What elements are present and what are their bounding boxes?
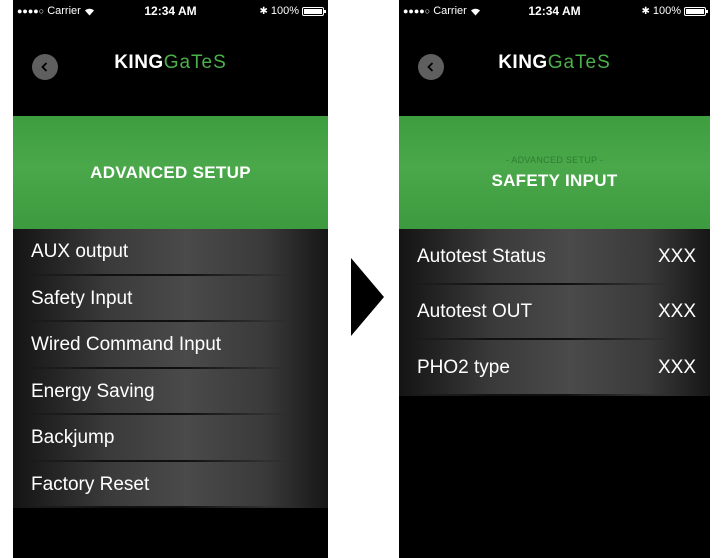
safety-input-screen: ●●●●○ Carrier 12:34 AM ✱ 100% KINGGaTeS … xyxy=(399,0,710,558)
bluetooth-icon: ✱ xyxy=(259,5,268,17)
carrier-label: Carrier xyxy=(47,5,81,17)
carrier-label: Carrier xyxy=(433,5,467,17)
menu-item-energy-saving[interactable]: Energy Saving xyxy=(13,368,328,415)
arrow-right-icon xyxy=(351,258,384,336)
advanced-setup-menu: AUX output Safety Input Wired Command In… xyxy=(13,229,328,508)
section-banner: - ADVANCED SETUP - SAFETY INPUT xyxy=(399,116,710,229)
signal-strength-icon: ●●●●○ xyxy=(403,6,431,16)
menu-item-label: Backjump xyxy=(31,427,115,449)
page-title: ADVANCED SETUP xyxy=(90,162,251,182)
row-pho2-type[interactable]: PHO2 type XXX xyxy=(399,340,710,396)
menu-item-backjump[interactable]: Backjump xyxy=(13,415,328,462)
menu-item-wired-command-input[interactable]: Wired Command Input xyxy=(13,322,328,369)
nav-bar: KINGGaTeS xyxy=(399,22,710,102)
nav-bar: KINGGaTeS xyxy=(13,22,328,102)
battery-icon xyxy=(302,6,326,16)
row-autotest-out[interactable]: Autotest OUT XXX xyxy=(399,284,710,340)
signal-strength-icon: ●●●●○ xyxy=(17,6,45,16)
status-bar: ●●●●○ Carrier 12:34 AM ✱ 100% xyxy=(13,0,328,22)
menu-item-factory-reset[interactable]: Factory Reset xyxy=(13,461,328,508)
kinggates-logo: KINGGaTeS xyxy=(498,52,611,73)
menu-item-label: AUX output xyxy=(31,241,129,263)
section-banner: ADVANCED SETUP xyxy=(13,116,328,229)
safety-input-list: Autotest Status XXX Autotest OUT XXX PHO… xyxy=(399,229,710,396)
kinggates-logo: KINGGaTeS xyxy=(114,52,227,73)
breadcrumb: - ADVANCED SETUP - xyxy=(505,154,604,165)
wifi-icon xyxy=(470,7,481,16)
row-label: PHO2 type xyxy=(417,356,510,378)
menu-item-label: Factory Reset xyxy=(31,473,150,495)
row-label: Autotest OUT xyxy=(417,301,533,323)
row-value: XXX xyxy=(657,356,696,378)
menu-item-label: Wired Command Input xyxy=(31,334,222,356)
row-autotest-status[interactable]: Autotest Status XXX xyxy=(399,229,710,285)
menu-item-label: Safety Input xyxy=(31,287,133,309)
menu-item-safety-input[interactable]: Safety Input xyxy=(13,275,328,322)
row-label: Autotest Status xyxy=(417,245,546,267)
menu-item-aux-output[interactable]: AUX output xyxy=(13,229,328,276)
bluetooth-icon: ✱ xyxy=(641,5,650,17)
row-value: XXX xyxy=(657,301,696,323)
battery-icon xyxy=(684,6,708,16)
advanced-setup-screen: ●●●●○ Carrier 12:34 AM ✱ 100% KINGGaTeS … xyxy=(13,0,328,558)
wifi-icon xyxy=(84,7,95,16)
page-title: SAFETY INPUT xyxy=(491,170,618,190)
status-bar: ●●●●○ Carrier 12:34 AM ✱ 100% xyxy=(399,0,710,22)
row-value: XXX xyxy=(657,245,696,267)
battery-percent: 100% xyxy=(652,5,681,17)
menu-item-label: Energy Saving xyxy=(31,380,155,402)
battery-percent: 100% xyxy=(270,5,299,17)
